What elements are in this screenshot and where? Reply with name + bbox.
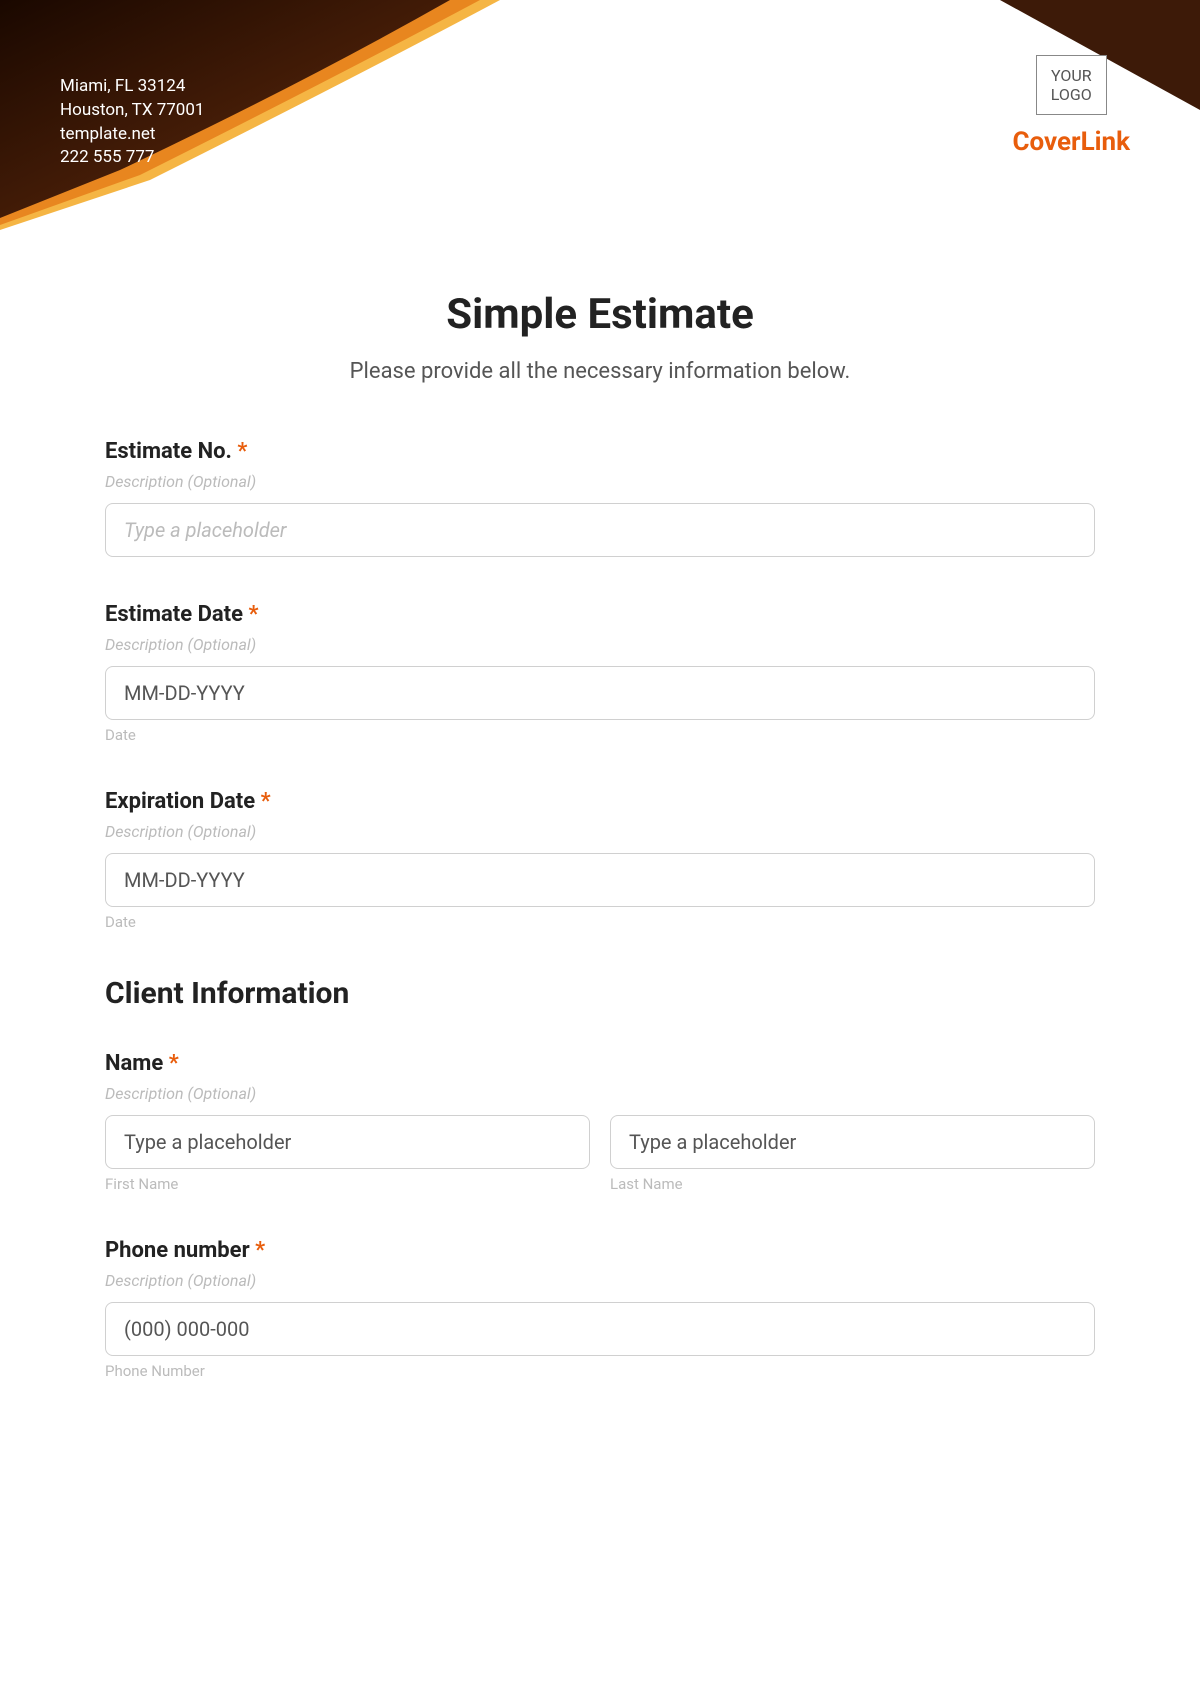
estimate-date-label: Estimate Date *: [105, 602, 1095, 627]
phone: 222 555 777: [60, 146, 204, 170]
first-name-input[interactable]: [105, 1115, 590, 1169]
client-info-heading: Client Information: [105, 976, 1095, 1011]
estimate-no-label: Estimate No. *: [105, 439, 1095, 464]
phone-label: Phone number *: [105, 1238, 1095, 1263]
field-phone: Phone number * Description (Optional) Ph…: [105, 1238, 1095, 1380]
name-desc: Description (Optional): [105, 1084, 1095, 1103]
header: Miami, FL 33124 Houston, TX 77001 templa…: [0, 0, 1200, 230]
phone-input[interactable]: [105, 1302, 1095, 1356]
field-estimate-no: Estimate No. * Description (Optional): [105, 439, 1095, 557]
last-name-input[interactable]: [610, 1115, 1095, 1169]
header-contact-info: Miami, FL 33124 Houston, TX 77001 templa…: [60, 75, 204, 170]
last-name-sublabel: Last Name: [610, 1175, 1095, 1193]
name-label: Name *: [105, 1051, 1095, 1076]
expiration-date-label: Expiration Date *: [105, 789, 1095, 814]
form-container: Simple Estimate Please provide all the n…: [0, 230, 1200, 1465]
first-name-sublabel: First Name: [105, 1175, 590, 1193]
estimate-no-input[interactable]: [105, 503, 1095, 557]
estimate-date-desc: Description (Optional): [105, 635, 1095, 654]
website: template.net: [60, 123, 204, 147]
field-name: Name * Description (Optional) First Name…: [105, 1051, 1095, 1193]
address-line-1: Miami, FL 33124: [60, 75, 204, 99]
expiration-date-sublabel: Date: [105, 913, 1095, 931]
field-estimate-date: Estimate Date * Description (Optional) D…: [105, 602, 1095, 744]
address-line-2: Houston, TX 77001: [60, 99, 204, 123]
form-title: Simple Estimate: [105, 290, 1095, 339]
expiration-date-desc: Description (Optional): [105, 822, 1095, 841]
expiration-date-input[interactable]: [105, 853, 1095, 907]
phone-sublabel: Phone Number: [105, 1362, 1095, 1380]
estimate-date-sublabel: Date: [105, 726, 1095, 744]
estimate-date-input[interactable]: [105, 666, 1095, 720]
brand-name: CoverLink: [1013, 127, 1130, 157]
form-subtitle: Please provide all the necessary informa…: [105, 359, 1095, 384]
phone-desc: Description (Optional): [105, 1271, 1095, 1290]
logo-placeholder: YOURLOGO: [1036, 55, 1107, 115]
header-brand-area: YOURLOGO CoverLink: [1013, 55, 1130, 157]
field-expiration-date: Expiration Date * Description (Optional)…: [105, 789, 1095, 931]
estimate-no-desc: Description (Optional): [105, 472, 1095, 491]
